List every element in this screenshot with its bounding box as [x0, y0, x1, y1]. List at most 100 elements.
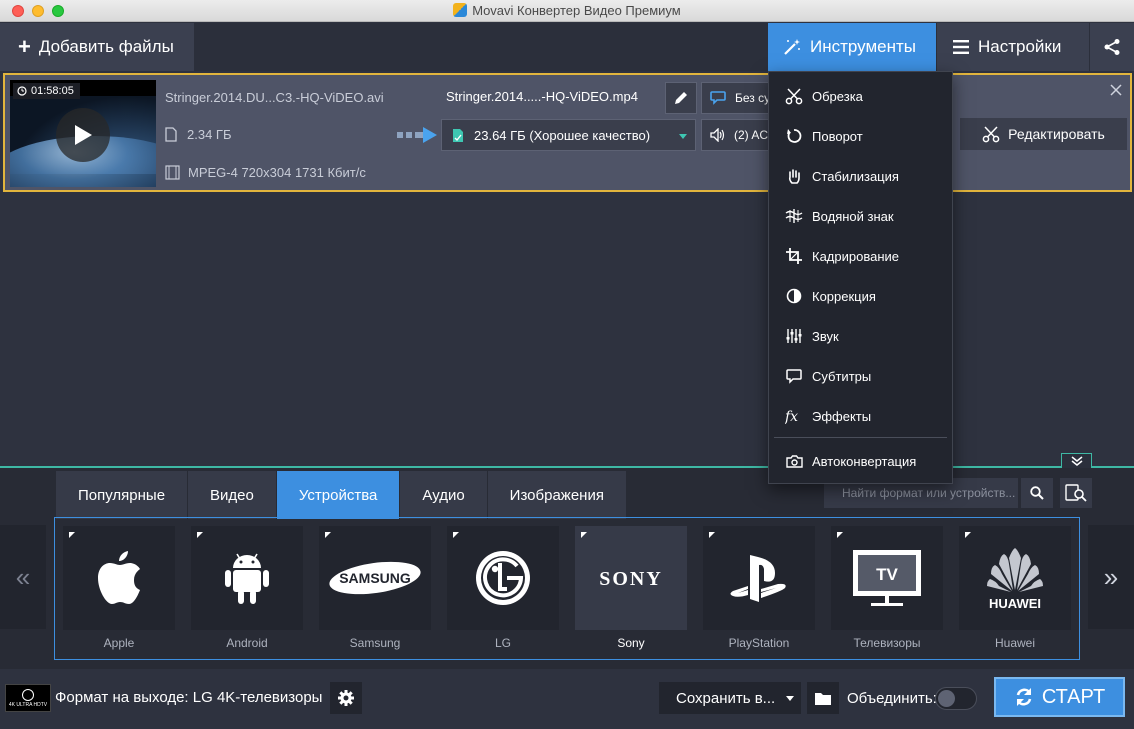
file-icon — [165, 127, 177, 142]
watermark-icon — [785, 209, 803, 223]
rotate-icon — [787, 129, 802, 143]
film-icon — [165, 165, 180, 180]
tools-button[interactable]: Инструменты — [768, 23, 936, 71]
devices-next-button[interactable]: » — [1088, 525, 1134, 629]
audio-text: (2) AC — [734, 128, 769, 142]
output-filename[interactable]: Stringer.2014.....-HQ-ViDEO.mp4 — [446, 89, 638, 104]
corner-marker — [453, 532, 459, 538]
footer-bar: 4K ULTRA HDTV Формат на выходе: LG 4K-те… — [0, 669, 1134, 729]
main-toolbar: + Добавить файлы Инструменты Настройки — [0, 23, 1134, 71]
format-settings-button[interactable] — [330, 682, 362, 714]
corner-marker — [709, 532, 715, 538]
samsung-logo-icon: SAMSUNG — [329, 561, 421, 595]
menu-icon — [953, 40, 969, 54]
device-playstation[interactable] — [703, 526, 815, 630]
tab-devices[interactable]: Устройства — [276, 471, 401, 519]
menu-item-label: Субтитры — [812, 368, 872, 384]
playstation-logo-icon — [730, 555, 786, 602]
device-label-huawei: Huawei — [994, 636, 1036, 650]
collapse-panel-button[interactable] — [1061, 453, 1092, 468]
menu-item-stabilize[interactable]: Стабилизация — [769, 156, 952, 196]
menu-item-label: Звук — [812, 328, 839, 344]
devices-prev-button[interactable]: « — [0, 525, 46, 629]
double-chevron-down-icon — [1071, 456, 1082, 466]
close-icon — [1110, 84, 1122, 96]
menu-item-correction[interactable]: Коррекция — [769, 276, 952, 316]
clock-icon — [17, 86, 27, 96]
play-button[interactable] — [56, 108, 110, 162]
edit-button[interactable]: Редактировать — [960, 118, 1127, 150]
menu-item-label: Обрезка — [812, 88, 863, 104]
corner-marker — [197, 532, 203, 538]
device-huawei[interactable]: HUAWEI — [959, 526, 1071, 630]
start-button[interactable]: СТАРТ — [994, 677, 1125, 717]
tab-video[interactable]: Видео — [188, 471, 277, 519]
device-tv[interactable]: TV — [831, 526, 943, 630]
menu-item-crop[interactable]: Кадрирование — [769, 236, 952, 276]
tab-popular[interactable]: Популярные — [56, 471, 189, 519]
device-sony[interactable]: SONY — [575, 526, 687, 630]
device-label-playstation: PlayStation — [728, 636, 790, 650]
hand-icon — [788, 168, 800, 184]
lg-mini-logo-icon — [22, 688, 34, 701]
open-folder-button[interactable] — [807, 682, 839, 714]
menu-item-effects[interactable]: fx Эффекты — [769, 396, 952, 436]
corner-marker — [325, 532, 331, 538]
movavi-logo-icon — [453, 3, 468, 17]
subtitles-dropdown[interactable]: Без су — [701, 82, 773, 114]
device-android[interactable] — [191, 526, 303, 630]
output-size-dropdown[interactable]: 23.64 ГБ (Хорошее качество) — [441, 119, 696, 151]
device-search-icon — [1065, 484, 1087, 502]
menu-item-label: Стабилизация — [812, 168, 899, 184]
add-files-label: Добавить файлы — [38, 37, 174, 56]
device-apple[interactable] — [63, 526, 175, 630]
corner-marker — [69, 532, 75, 538]
menu-item-trim[interactable]: Обрезка — [769, 76, 952, 116]
tab-audio[interactable]: Аудио — [400, 471, 488, 519]
detect-device-button[interactable] — [1060, 478, 1092, 508]
start-label: СТАРТ — [1041, 685, 1106, 708]
menu-item-subtitles[interactable]: Субтитры — [769, 356, 952, 396]
chevron-down-icon — [679, 134, 687, 139]
search-icon — [1030, 486, 1044, 500]
search-button[interactable] — [1021, 478, 1053, 508]
add-files-button[interactable]: + Добавить файлы — [0, 23, 194, 71]
corner-marker — [965, 532, 971, 538]
title-bar: Movavi Конвертер Видео Премиум — [0, 0, 1134, 22]
menu-item-rotate[interactable]: Поворот — [769, 116, 952, 156]
device-lg[interactable] — [447, 526, 559, 630]
convert-arrow-icon — [397, 127, 437, 143]
play-icon — [75, 125, 92, 145]
share-icon — [1104, 39, 1120, 55]
fx-icon: fx — [785, 409, 798, 424]
save-to-dropdown[interactable]: Сохранить в... — [659, 682, 801, 714]
svg-text:HUAWEI: HUAWEI — [989, 596, 1041, 611]
share-button[interactable] — [1090, 23, 1134, 71]
menu-item-watermark[interactable]: Водяной знак — [769, 196, 952, 236]
file-item[interactable]: 01:58:05 Stringer.2014.DU...C3.-HQ-ViDEO… — [3, 73, 1132, 192]
settings-button[interactable]: Настройки — [937, 23, 1089, 71]
speaker-icon — [710, 128, 725, 142]
format-icon-text: 4K ULTRA HDTV — [8, 701, 48, 708]
merge-toggle[interactable] — [935, 687, 977, 710]
subtitles-icon — [786, 368, 802, 384]
remove-file-button[interactable] — [1110, 81, 1122, 99]
scissors-icon — [785, 88, 803, 105]
menu-item-autoconvert[interactable]: Автоконвертация — [769, 441, 952, 481]
settings-label: Настройки — [978, 37, 1062, 56]
source-format-text: MPEG-4 720x304 1731 Кбит/с — [188, 165, 366, 180]
rename-output-button[interactable] — [665, 82, 697, 114]
tab-images[interactable]: Изображения — [487, 471, 627, 519]
video-thumbnail[interactable]: 01:58:05 — [10, 80, 156, 187]
format-tabs: Популярные Видео Устройства Аудио Изобра… — [56, 471, 627, 519]
menu-item-label: Кадрирование — [812, 248, 900, 264]
audio-track-dropdown[interactable]: (2) AC — [701, 119, 773, 151]
window-title: Movavi Конвертер Видео Премиум — [0, 3, 1134, 18]
menu-item-audio[interactable]: Звук — [769, 316, 952, 356]
gear-icon — [338, 690, 354, 706]
device-samsung[interactable]: SAMSUNG — [319, 526, 431, 630]
tv-icon: TV — [853, 550, 921, 606]
save-to-label: Сохранить в... — [676, 689, 776, 707]
duration-text: 01:58:05 — [31, 85, 74, 97]
source-format: MPEG-4 720x304 1731 Кбит/с — [165, 165, 366, 180]
